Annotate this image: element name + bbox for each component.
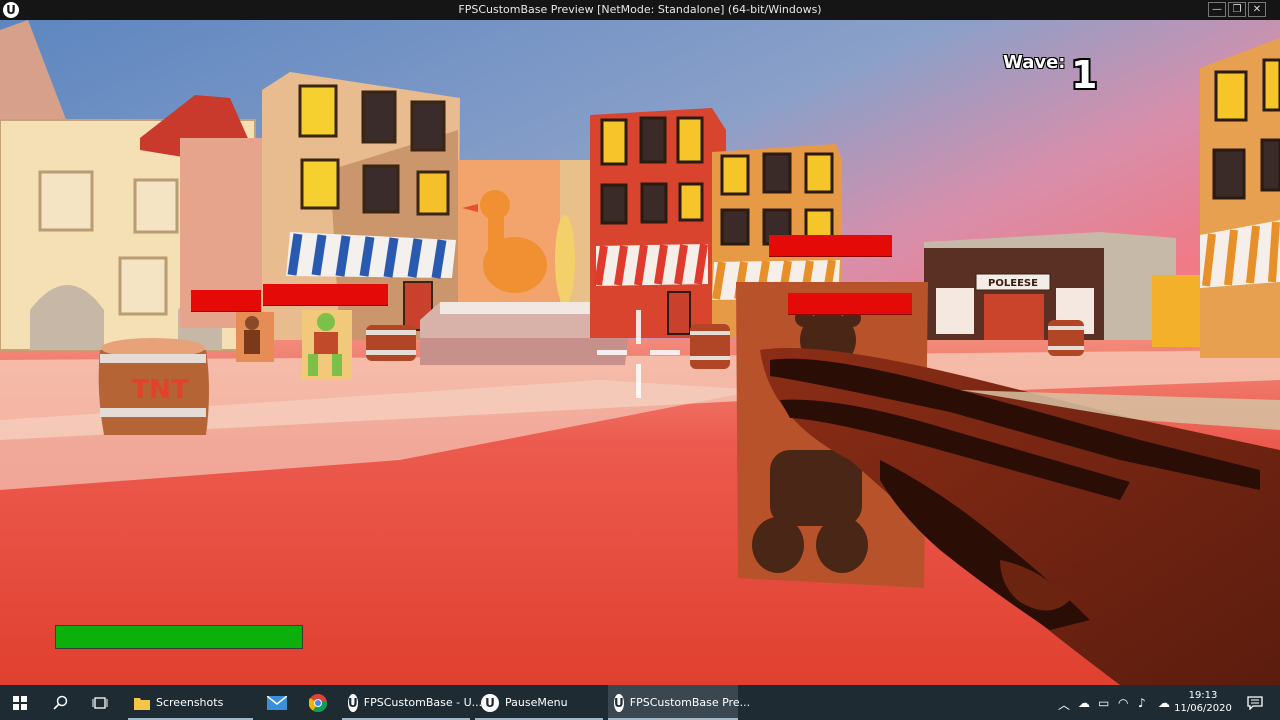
- taskbar-app-label: FPSCustomBase - U...: [363, 696, 483, 709]
- clock-date: 11/06/2020: [1174, 703, 1232, 714]
- taskbar-app-fpscustombase-preview[interactable]: U FPSCustomBase Pre...: [608, 685, 750, 720]
- battery-icon[interactable]: ▭: [1098, 696, 1109, 710]
- windows-start-icon[interactable]: [0, 685, 40, 720]
- player-health-fill: [56, 626, 302, 648]
- clock-time: 19:13: [1188, 690, 1218, 701]
- enemy-health-bar: [263, 284, 388, 306]
- game-viewport[interactable]: POLEESE TNT Wave: 1: [0, 20, 1280, 685]
- maximize-button[interactable]: ❐: [1228, 2, 1246, 17]
- unreal-icon: U: [614, 693, 624, 712]
- search-icon[interactable]: [40, 685, 80, 720]
- system-clock[interactable]: 19:13 11/06/2020: [1168, 689, 1238, 715]
- enemy-health-bar: [788, 293, 912, 315]
- shop-sign: POLEESE: [988, 278, 1038, 289]
- volume-icon[interactable]: ♪: [1138, 696, 1146, 710]
- wave-number: 1: [1071, 53, 1098, 97]
- unreal-icon: U: [481, 693, 499, 712]
- close-button[interactable]: ✕: [1248, 2, 1266, 17]
- folder-icon: [134, 697, 150, 710]
- enemy-health-bar: [769, 235, 892, 257]
- player-health-bar: [55, 625, 303, 649]
- enemy-cutout[interactable]: [302, 310, 352, 380]
- taskbar-app-screenshots[interactable]: Screenshots: [128, 685, 253, 720]
- taskbar-app-label: FPSCustomBase Pre...: [629, 696, 751, 709]
- barrel: [366, 325, 416, 361]
- chrome-icon[interactable]: [303, 685, 333, 720]
- task-view-icon[interactable]: [80, 685, 120, 720]
- wave-label: Wave:: [1003, 52, 1066, 73]
- barrel: TNT: [98, 338, 209, 435]
- barrel: [1048, 320, 1084, 356]
- unreal-icon: U: [348, 693, 358, 712]
- enemy-cutout[interactable]: [236, 312, 274, 362]
- windows-taskbar: Screenshots U FPSCustomBase - U... U Pau…: [0, 685, 1280, 720]
- taskbar-app-label: PauseMenu: [505, 696, 568, 709]
- red-building: [590, 108, 726, 338]
- mail-icon[interactable]: [262, 685, 292, 720]
- barrel-label: TNT: [131, 375, 188, 405]
- wifi-icon[interactable]: ◠: [1118, 696, 1128, 710]
- enemy-health-bar: [191, 290, 261, 312]
- minimize-button[interactable]: —: [1208, 2, 1226, 17]
- onedrive-icon[interactable]: ☁: [1078, 696, 1090, 710]
- chevron-up-icon[interactable]: ︿: [1058, 696, 1070, 713]
- taskbar-app-label: Screenshots: [156, 696, 224, 709]
- barrel: [690, 324, 730, 369]
- taskbar-app-pausemenu[interactable]: U PauseMenu: [475, 685, 603, 720]
- window-title: FPSCustomBase Preview [NetMode: Standalo…: [458, 3, 822, 16]
- window-title-bar: U FPSCustomBase Preview [NetMode: Standa…: [0, 0, 1280, 20]
- taskbar-app-fpscustombase-editor[interactable]: U FPSCustomBase - U...: [342, 685, 482, 720]
- notification-icon[interactable]: [1240, 685, 1270, 720]
- crosshair: [597, 310, 681, 398]
